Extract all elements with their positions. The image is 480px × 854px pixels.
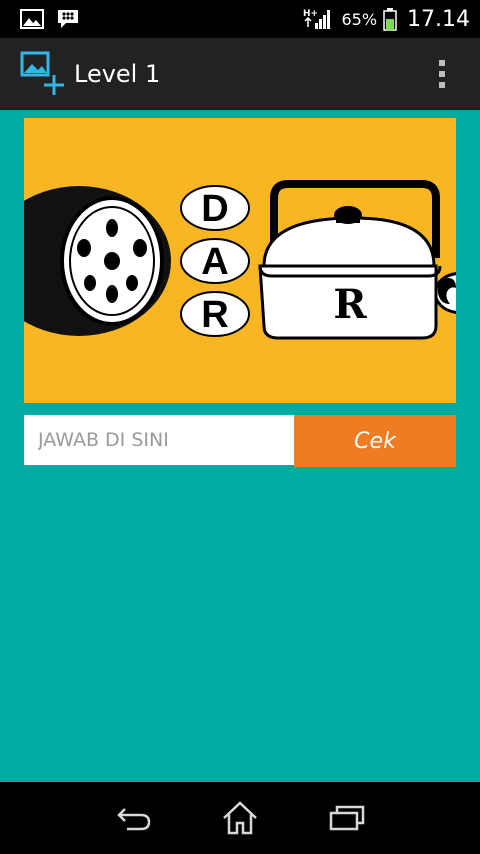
network-type-label: H+	[303, 9, 318, 19]
page-title: Level 1	[74, 59, 161, 88]
recent-apps-icon[interactable]	[317, 793, 377, 843]
battery-percent: 65%	[341, 9, 378, 29]
home-icon[interactable]	[210, 793, 270, 843]
overflow-menu-icon[interactable]	[432, 54, 452, 94]
letter-circle-d: D	[180, 185, 250, 231]
kettle-picture: R	[258, 180, 456, 340]
puzzle-image: D A R R	[24, 118, 456, 403]
back-icon[interactable]	[103, 793, 163, 843]
kettle-letter-r: R	[333, 281, 367, 328]
bbm-notification-icon	[56, 8, 80, 30]
clock: 17.14	[407, 6, 470, 32]
status-bar: H+ 65% 17.14	[0, 0, 480, 38]
signal-icon: H+	[303, 7, 335, 31]
check-button[interactable]: Cek	[294, 415, 456, 467]
letter-circle-r: R	[180, 291, 250, 337]
letter-d: D	[201, 188, 228, 230]
gallery-notification-icon	[20, 9, 44, 29]
battery-icon	[383, 7, 397, 31]
battery-fill	[386, 19, 395, 30]
answer-row: Cek	[24, 415, 456, 467]
letter-r: R	[201, 294, 228, 336]
tire-picture	[24, 186, 171, 336]
letter-a: A	[201, 241, 228, 283]
navigation-bar	[0, 782, 480, 854]
action-bar: Level 1	[0, 38, 480, 110]
add-image-icon[interactable]	[20, 51, 66, 97]
answer-input[interactable]	[24, 415, 294, 465]
letter-circle-a: A	[180, 238, 250, 284]
main-content: D A R R C	[0, 110, 480, 782]
